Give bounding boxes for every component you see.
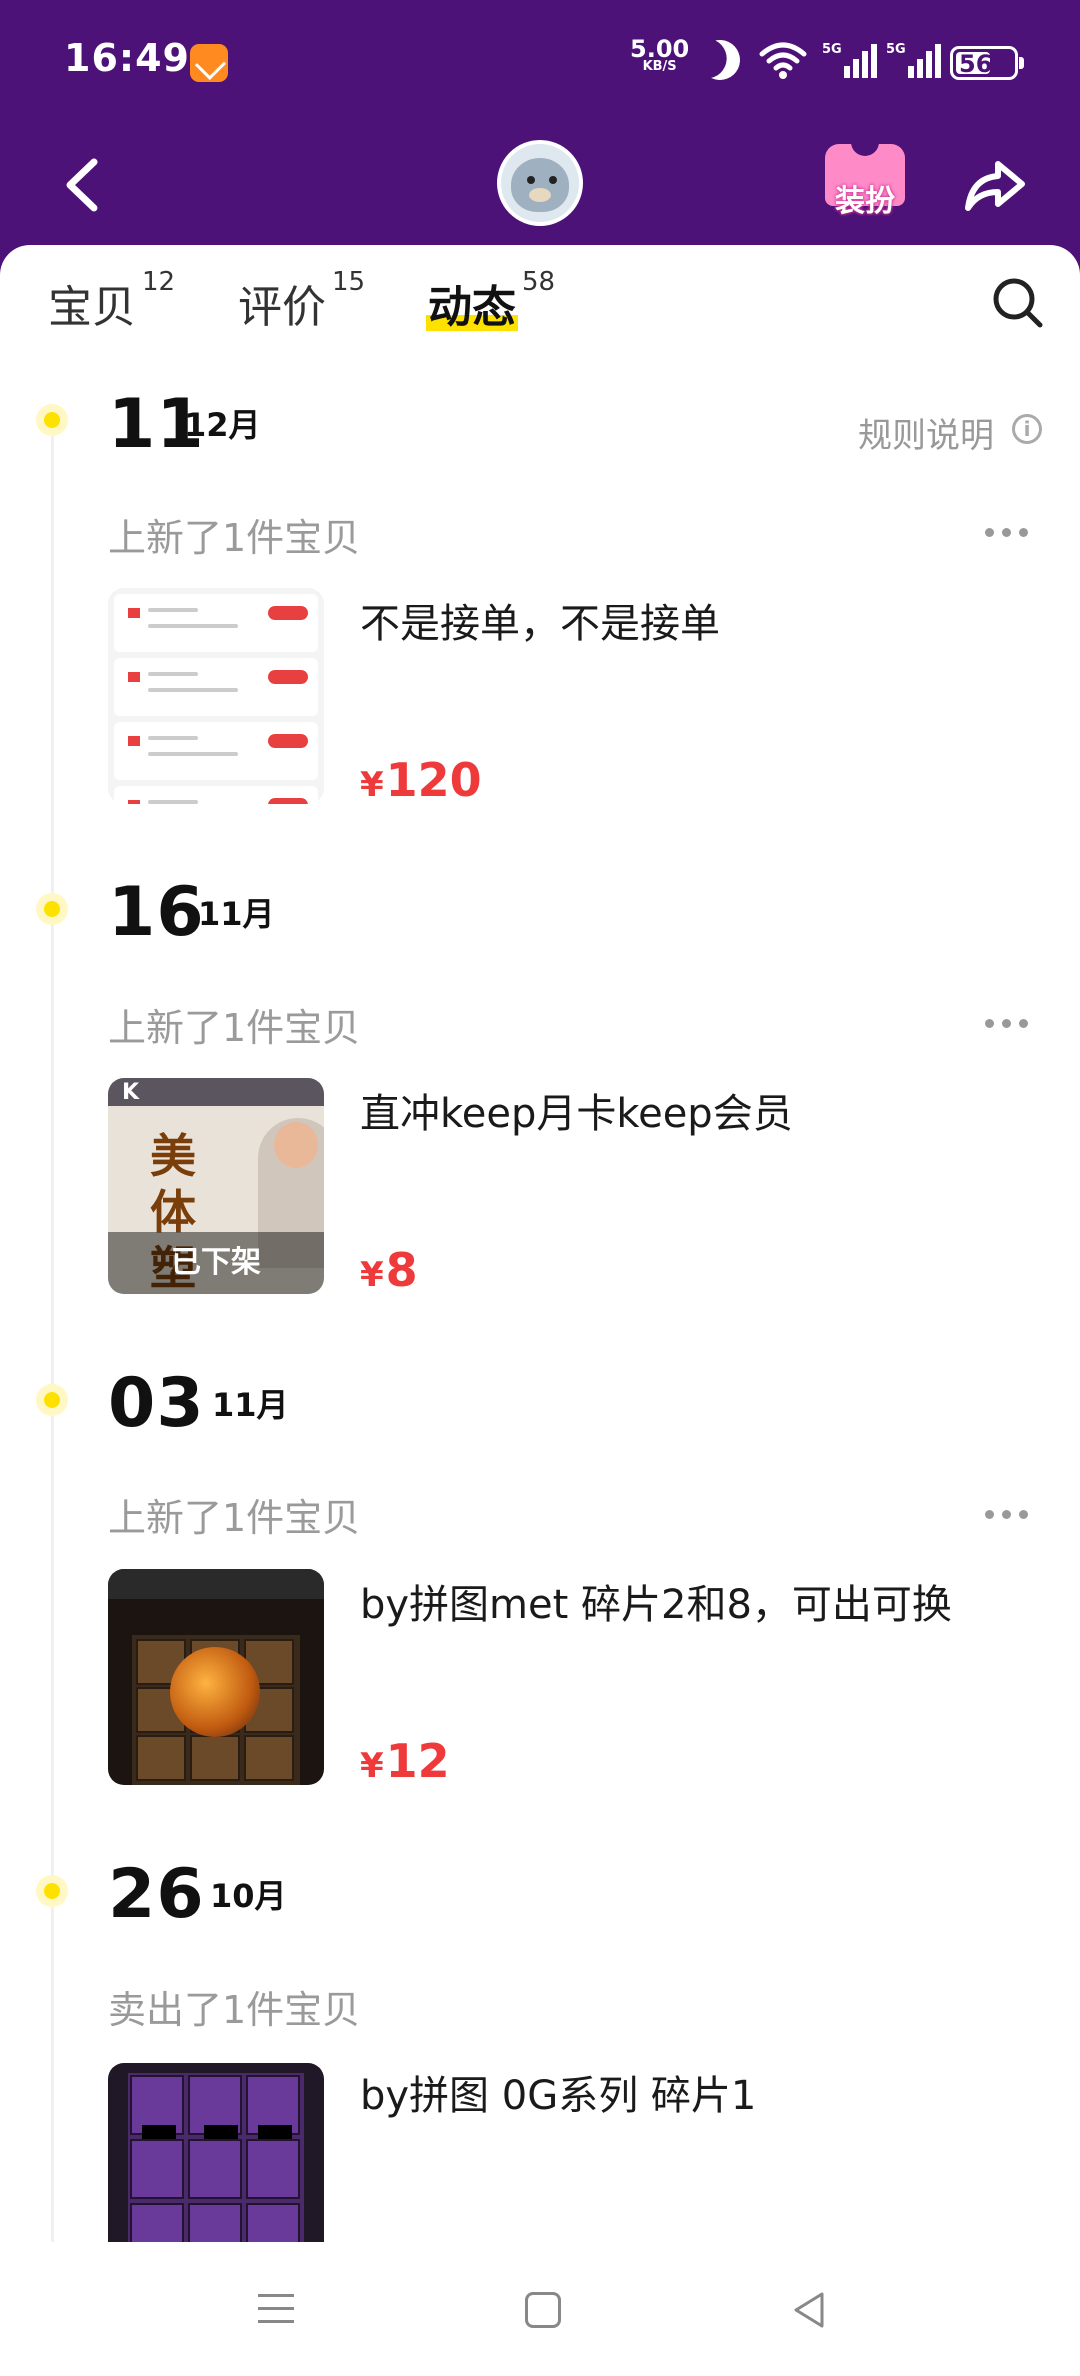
item-title[interactable]: 不是接单，不是接单 [360,591,720,649]
status-bar: 16:49 5.00 KB/S 5G 5G 56 [0,0,1080,120]
home-button[interactable] [525,2292,561,2328]
timeline-dot [36,404,68,436]
avatar[interactable] [497,140,583,226]
item-price: ¥12 [360,1734,450,1788]
item-thumbnail[interactable] [108,1569,324,1785]
app-notification-icon [190,44,228,82]
event-text: 上新了1件宝贝 [108,516,361,560]
removed-badge: 已下架 [108,1232,324,1294]
tab-activity[interactable]: 动态 58 [428,267,555,335]
keep-logo: K [122,1080,140,1105]
timeline-dot [36,893,68,925]
recent-apps-button[interactable] [258,2294,294,2324]
status-time: 16:49 [64,36,190,80]
do-not-disturb-icon [694,34,745,85]
item-price: ¥8 [360,1243,418,1297]
search-button[interactable] [990,275,1046,331]
tab-label: 评价 [238,282,326,333]
info-icon[interactable]: i [1012,414,1042,444]
outfit-label: 装扮 [835,184,895,219]
price-value: 12 [385,1734,450,1788]
more-button[interactable] [985,1508,1029,1522]
tab-bar: 宝贝 12 评价 15 动态 58 [0,245,1080,355]
tab-count: 15 [332,267,366,297]
price-currency: ¥ [360,1255,384,1295]
content-card: 宝贝 12 评价 15 动态 58 11 12月 规则说明 i 上新了1件宝贝 不是接… [0,245,1080,2376]
tab-items[interactable]: 宝贝 12 [48,267,175,335]
battery-level: 56 [959,50,993,78]
item-thumbnail[interactable]: K 美体塑 已下架 [108,1078,324,1294]
date-month: 12月 [184,406,261,444]
price-currency: ¥ [360,1746,384,1786]
back-button[interactable] [50,150,120,220]
item-title[interactable]: 直冲keep月卡keep会员 [360,1081,793,1139]
item-price: ¥120 [360,753,482,807]
signal-label: 5G [822,42,842,57]
item-thumbnail[interactable] [108,588,324,804]
signal-label: 5G [886,42,906,57]
tab-label: 宝贝 [48,282,136,333]
tab-count: 58 [522,267,556,297]
wifi-icon [759,42,807,79]
more-button[interactable] [985,1017,1029,1031]
system-back-button[interactable] [790,2290,830,2330]
rules-link[interactable]: 规则说明 [858,408,994,457]
date-month: 11月 [212,1386,289,1424]
price-currency: ¥ [360,765,384,805]
outfit-button[interactable]: 装扮 [820,140,910,230]
event-text: 上新了1件宝贝 [108,1496,361,1540]
date-day: 03 [108,1364,205,1443]
network-speed: 5.00 KB/S [630,37,689,74]
date-month: 10月 [210,1877,287,1915]
item-thumbnail[interactable] [108,2063,324,2243]
item-title[interactable]: by拼图met 碎片2和8，可出可换 [360,1572,952,1630]
timeline-dot [36,1384,68,1416]
price-value: 120 [385,753,482,807]
date-day: 16 [108,873,205,952]
system-nav-bar [0,2242,1080,2376]
price-value: 8 [385,1243,418,1297]
event-text: 上新了1件宝贝 [108,1006,361,1050]
tab-reviews[interactable]: 评价 15 [238,267,365,335]
tab-count: 12 [142,267,176,297]
top-nav: 装扮 [0,120,1080,250]
tab-label: 动态 [428,282,516,333]
more-button[interactable] [985,526,1029,540]
share-button[interactable] [960,150,1030,220]
date-month: 11月 [198,895,275,933]
signal-icon: 5G [886,42,941,78]
date-day: 26 [108,1855,205,1934]
timeline-dot [36,1875,68,1907]
event-text: 卖出了1件宝贝 [108,1988,361,2032]
signal-icon: 5G [822,42,877,78]
item-title[interactable]: by拼图 0G系列 碎片1 [360,2063,756,2121]
battery-icon: 56 [950,46,1024,80]
